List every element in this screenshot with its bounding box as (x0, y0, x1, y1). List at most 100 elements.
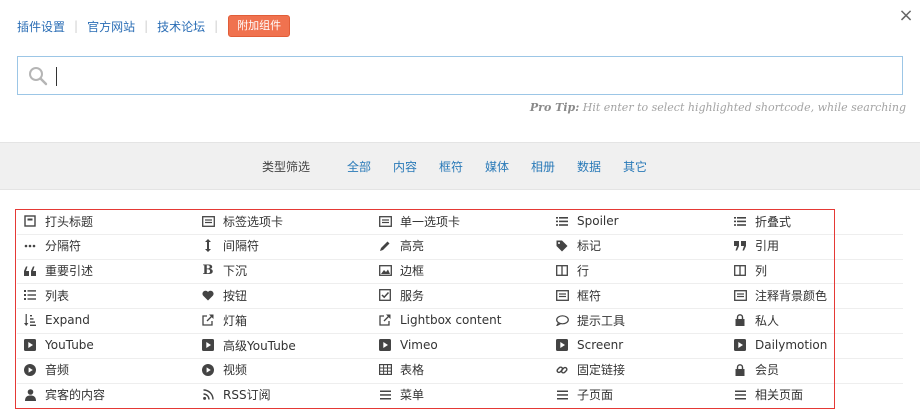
shortcode-item[interactable]: 宾客的内容 (17, 383, 193, 407)
shortcode-item[interactable]: 高级YouTube (195, 333, 371, 357)
shortcode-item[interactable]: Dailymotion (727, 333, 903, 357)
shortcode-item[interactable]: 私人 (727, 308, 903, 332)
table-icon (378, 363, 392, 377)
pencil-icon (378, 239, 392, 253)
link-separator: | (144, 19, 149, 33)
addons-button[interactable]: 附加组件 (228, 15, 291, 37)
lock-icon (733, 363, 747, 377)
shortcode-label: 灯箱 (223, 313, 248, 328)
shortcode-label: 标签选项卡 (223, 214, 284, 229)
shortcode-label: Lightbox content (400, 313, 502, 328)
shortcode-item[interactable]: 框符 (549, 283, 725, 307)
filter-content[interactable]: 内容 (393, 158, 417, 175)
link-icon (555, 363, 569, 377)
filter-other[interactable]: 其它 (623, 158, 647, 175)
rss-icon (201, 388, 215, 402)
shortcode-item[interactable]: B 下沉 (195, 259, 371, 283)
shortcode-item[interactable]: 高亮 (372, 234, 548, 258)
shortcode-label: 间隔符 (223, 239, 260, 254)
shortcode-label: Dailymotion (755, 338, 828, 352)
shortcode-label: Expand (45, 313, 90, 328)
play-circle-icon (201, 363, 215, 377)
link-separator: | (74, 19, 79, 33)
filter-label: 类型筛选 (261, 159, 310, 174)
shortcode-item[interactable]: 列 (727, 259, 903, 283)
shortcode-label: 服务 (400, 288, 425, 303)
shortcode-item[interactable]: 边框 (372, 259, 548, 283)
shortcode-item[interactable]: 注释背景颜色 (727, 283, 903, 307)
shortcode-item[interactable]: Screenr (549, 333, 725, 357)
shortcode-label: 下沉 (223, 264, 248, 279)
shortcode-item[interactable]: 引用 (727, 234, 903, 258)
pro-tip-text: Hit enter to select highlighted shortcod… (582, 101, 906, 114)
shortcode-item[interactable]: 提示工具 (549, 308, 725, 332)
search-box[interactable] (17, 56, 903, 95)
shortcode-label: Screenr (577, 338, 624, 352)
shortcode-label: 折叠式 (755, 214, 792, 229)
shortcode-item[interactable]: 音频 (17, 358, 193, 382)
play-square-icon (23, 338, 37, 352)
shortcode-item[interactable]: Expand (17, 308, 193, 332)
shortcode-item[interactable]: 间隔符 (195, 234, 371, 258)
search-input[interactable] (56, 63, 886, 89)
shortcode-item[interactable]: Spoiler (549, 209, 725, 233)
list-alt-icon (733, 288, 747, 302)
shortcode-label: 私人 (755, 313, 780, 328)
shortcode-item[interactable]: 单一选项卡 (372, 209, 548, 233)
shortcode-label: Spoiler (577, 214, 619, 228)
bold-icon: B (202, 263, 214, 279)
external-link-icon (378, 313, 392, 327)
lock-icon (733, 313, 747, 327)
bars-icon (733, 388, 747, 402)
shortcode-item[interactable]: 表格 (372, 358, 548, 382)
shortcode-item[interactable]: 分隔符 (17, 234, 193, 258)
shortcode-label: 视频 (223, 363, 248, 378)
filter-data[interactable]: 数据 (577, 158, 601, 175)
filter-gallery[interactable]: 相册 (531, 158, 555, 175)
shortcode-label: RSS订阅 (223, 388, 271, 403)
shortcode-item[interactable]: 标记 (549, 234, 725, 258)
type-filter-bar: 类型筛选 全部 内容 框符 媒体 相册 数据 其它 (0, 142, 920, 190)
shortcode-item[interactable]: YouTube (17, 333, 193, 357)
shortcode-item[interactable]: 子页面 (549, 383, 725, 407)
shortcode-item[interactable]: Lightbox content (372, 308, 548, 332)
shortcode-item[interactable]: RSS订阅 (195, 383, 371, 407)
shortcode-label: 表格 (400, 363, 425, 378)
play-square-icon (378, 338, 392, 352)
shortcode-item[interactable]: 会员 (727, 358, 903, 382)
shortcode-item[interactable]: 列表 (17, 283, 193, 307)
list-alt-icon (378, 214, 392, 228)
shortcode-item[interactable]: Vimeo (372, 333, 548, 357)
shortcode-item[interactable]: 折叠式 (727, 209, 903, 233)
columns-icon (733, 264, 747, 278)
play-square-icon (555, 338, 569, 352)
plugin-settings-link[interactable]: 插件设置 (17, 18, 65, 35)
filter-all[interactable]: 全部 (347, 158, 371, 175)
tech-forum-link[interactable]: 技术论坛 (157, 18, 205, 35)
shortcode-label: 单一选项卡 (400, 214, 461, 229)
shortcode-item[interactable]: 灯箱 (195, 308, 371, 332)
filter-box[interactable]: 框符 (439, 158, 463, 175)
shortcode-item[interactable]: 打头标题 (17, 209, 193, 233)
bars-icon (378, 388, 392, 402)
top-links: 插件设置 | 官方网站 | 技术论坛 | 附加组件 (17, 15, 291, 37)
filter-media[interactable]: 媒体 (485, 158, 509, 175)
shortcode-item[interactable]: 服务 (372, 283, 548, 307)
tag-icon (555, 239, 569, 253)
shortcode-label: 固定链接 (577, 363, 626, 378)
play-circle-icon (23, 363, 37, 377)
shortcode-item[interactable]: 重要引述 (17, 259, 193, 283)
shortcode-item[interactable]: 标签选项卡 (195, 209, 371, 233)
shortcode-item[interactable]: 菜单 (372, 383, 548, 407)
shortcode-item[interactable]: 按钮 (195, 283, 371, 307)
shortcode-item[interactable]: 相关页面 (727, 383, 903, 407)
check-square-icon (378, 288, 392, 302)
link-separator: | (214, 19, 219, 33)
close-icon[interactable]: × (897, 7, 915, 25)
shortcode-item[interactable]: 固定链接 (549, 358, 725, 382)
shortcode-item[interactable]: 视频 (195, 358, 371, 382)
shortcode-label: 音频 (45, 363, 70, 378)
shortcode-label: 列 (755, 264, 768, 279)
shortcode-item[interactable]: 行 (549, 259, 725, 283)
official-website-link[interactable]: 官方网站 (87, 18, 135, 35)
